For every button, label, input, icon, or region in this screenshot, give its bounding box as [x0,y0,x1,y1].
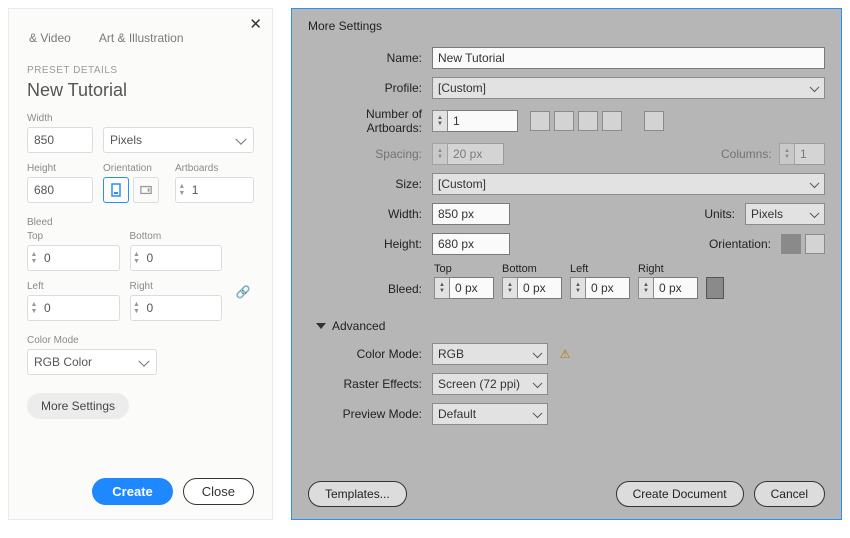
advanced-section-toggle[interactable]: Advanced [316,319,825,333]
r-bleed-left[interactable]: ▲▼0 px [570,277,630,299]
r-height-input[interactable] [432,233,510,255]
orientation-portrait-icon[interactable] [103,177,129,203]
warning-icon: ⚠ [558,347,572,361]
width-label: Width [27,113,93,124]
cancel-button[interactable]: Cancel [754,481,825,507]
bleed-right-value[interactable] [143,301,221,315]
tab-art-illustration[interactable]: Art & Illustration [99,31,184,45]
r-bleed-right[interactable]: ▲▼0 px [638,277,698,299]
color-mode-label: Color Mode [27,335,254,346]
orientation-label: Orientation [103,163,165,174]
r-width-input[interactable] [432,203,510,225]
num-artboards-stepper[interactable]: ▲▼1 [432,110,518,132]
preset-details-label: PRESET DETAILS [27,65,254,76]
grid-by-col-icon[interactable] [554,111,574,131]
r-units-select[interactable]: Pixels [745,203,825,225]
templates-button[interactable]: Templates... [308,481,407,507]
height-input[interactable] [27,177,93,203]
r-orientation-label: Orientation: [709,237,775,251]
profile-label: Profile: [308,81,426,95]
num-artboards-label: Number of Artboards: [308,107,426,135]
r-bleed-bottom[interactable]: ▲▼0 px [502,277,562,299]
r-bleed-top[interactable]: ▲▼0 px [434,277,494,299]
create-document-button[interactable]: Create Document [616,481,744,507]
bleed-left-value[interactable] [40,301,118,315]
spacing-label: Spacing: [308,147,426,161]
document-name[interactable]: New Tutorial [27,80,254,101]
triangle-down-icon [316,323,326,329]
bleed-top-value[interactable] [40,251,118,265]
link-bleed-icon[interactable]: 🔗 [232,281,254,303]
close-button[interactable]: Close [183,478,254,505]
spacing-stepper: ▲▼20 px [432,143,504,165]
grid-by-row-icon[interactable] [530,111,550,131]
height-label: Height [27,163,93,174]
r-color-mode-label: Color Mode: [308,347,426,361]
name-label: Name: [308,51,426,65]
r-units-label: Units: [687,207,739,221]
close-icon[interactable]: ✕ [249,15,262,33]
columns-label: Columns: [721,147,773,161]
r-orientation-portrait-icon[interactable] [781,234,801,254]
more-settings-button[interactable]: More Settings [27,393,129,419]
bleed-bottom-stepper[interactable]: ▲▼ [130,245,223,271]
bottom-label: Bottom [130,231,223,242]
preset-details-panel: ✕ & Video Art & Illustration PRESET DETA… [8,8,273,520]
arrange-down-icon[interactable] [644,111,664,131]
raster-select[interactable]: Screen (72 ppi) [432,373,548,395]
dialog-title: More Settings [308,19,825,47]
units-label [103,113,254,124]
bleed-label: Bleed [27,217,254,228]
color-mode-select[interactable]: RGB Color [27,349,157,375]
r-width-label: Width: [308,207,426,221]
r-top-label: Top [434,263,494,275]
create-button[interactable]: Create [92,478,172,505]
artboards-value[interactable] [188,183,253,197]
r-height-label: Height: [308,237,426,251]
profile-select[interactable]: [Custom] [432,77,825,99]
arrange-ltr-icon[interactable] [602,111,622,131]
size-label: Size: [308,177,426,191]
tab-video[interactable]: & Video [29,31,71,45]
r-orientation-landscape-icon[interactable] [805,234,825,254]
arrange-rtl-icon[interactable] [578,111,598,131]
r-bottom-label: Bottom [502,263,562,275]
preview-select[interactable]: Default [432,403,548,425]
bleed-right-stepper[interactable]: ▲▼ [130,295,223,321]
width-input[interactable] [27,127,93,153]
orientation-landscape-icon[interactable] [133,177,159,203]
r-left-label: Left [570,263,630,275]
bleed-bottom-value[interactable] [143,251,221,265]
document-category-tabs: & Video Art & Illustration [27,19,254,63]
columns-stepper: ▲▼1 [779,143,825,165]
bleed-top-stepper[interactable]: ▲▼ [27,245,120,271]
artboards-label: Artboards [175,163,254,174]
artboards-stepper[interactable]: ▲▼ [175,177,254,203]
top-label: Top [27,231,120,242]
preview-label: Preview Mode: [308,407,426,421]
size-select[interactable]: [Custom] [432,173,825,195]
units-select[interactable]: Pixels [103,127,254,153]
r-link-bleed-icon[interactable] [706,277,724,299]
right-label: Right [130,281,223,292]
r-color-mode-select[interactable]: RGB [432,343,548,365]
r-right-label: Right [638,263,698,275]
bleed-left-stepper[interactable]: ▲▼ [27,295,120,321]
name-input[interactable] [432,47,825,69]
r-bleed-label: Bleed: [308,282,426,299]
raster-label: Raster Effects: [308,377,426,391]
left-label: Left [27,281,120,292]
more-settings-dialog: More Settings Name: Profile: [Custom] Nu… [291,8,842,520]
